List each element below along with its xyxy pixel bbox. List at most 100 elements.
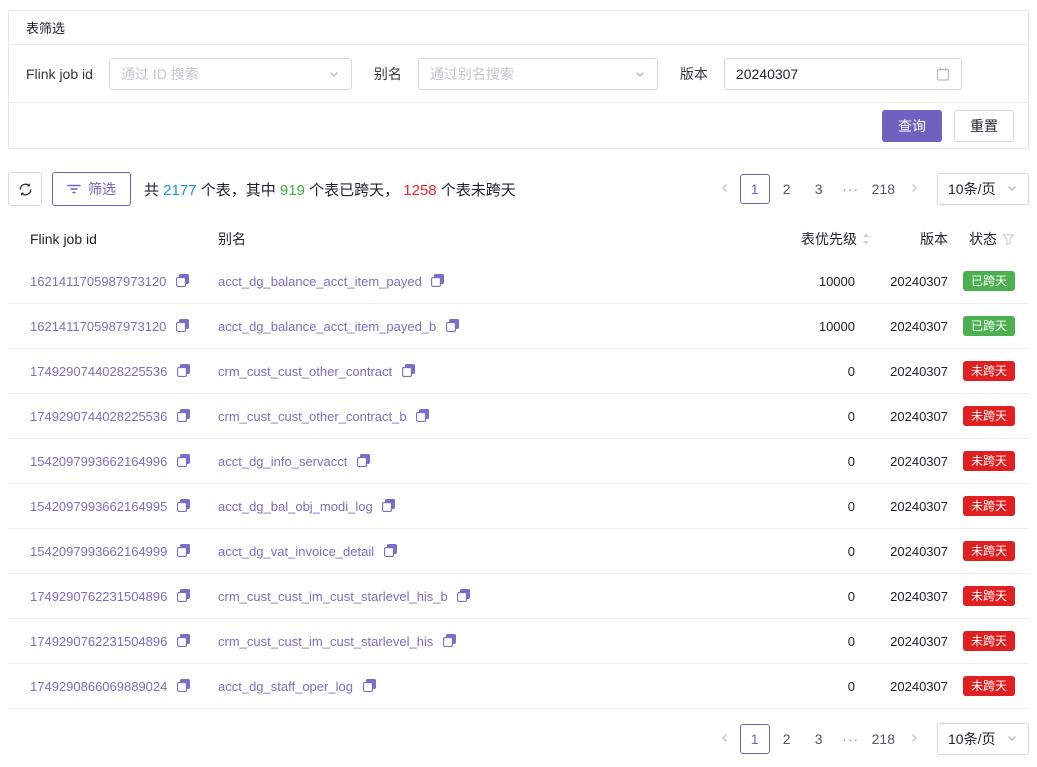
page-number-1[interactable]: 1: [740, 174, 770, 204]
copy-icon[interactable]: [357, 454, 370, 467]
chevron-right-icon: [908, 731, 920, 747]
status-cell: 未跨天: [953, 541, 1029, 561]
job-id-select[interactable]: 通过 ID 搜索: [109, 58, 352, 90]
alias-link[interactable]: crm_cust_cust_other_contract: [218, 364, 392, 379]
column-header-job-id: Flink job id: [8, 231, 218, 247]
copy-icon[interactable]: [402, 364, 415, 377]
copy-icon[interactable]: [176, 274, 189, 287]
page-number-2[interactable]: 2: [772, 174, 802, 204]
reset-button[interactable]: 重置: [954, 110, 1014, 142]
alias-link[interactable]: acct_dg_info_servacct: [218, 454, 347, 469]
chevron-down-icon: [328, 68, 340, 80]
version-value: 20240307: [875, 274, 953, 289]
alias-link[interactable]: crm_cust_cust_other_contract_b: [218, 409, 407, 424]
copy-icon[interactable]: [176, 319, 189, 332]
copy-icon[interactable]: [384, 544, 397, 557]
table-row: 1621411705987973120 acct_dg_balance_acct…: [8, 304, 1029, 349]
copy-icon[interactable]: [177, 454, 190, 467]
table-row: 1749290744028225536 crm_cust_cust_other_…: [8, 349, 1029, 394]
refresh-button[interactable]: [8, 172, 42, 206]
column-header-version: 版本: [875, 229, 953, 249]
copy-icon[interactable]: [177, 634, 190, 647]
status-cell: 未跨天: [953, 676, 1029, 696]
copy-icon[interactable]: [177, 364, 190, 377]
page-size-select[interactable]: 10条/页: [937, 723, 1029, 755]
page-number-3[interactable]: 3: [804, 174, 834, 204]
copy-icon[interactable]: [177, 679, 190, 692]
copy-icon[interactable]: [446, 319, 459, 332]
job-id-label: Flink job id: [26, 66, 93, 82]
flink-job-id-link[interactable]: 1621411705987973120: [30, 274, 166, 289]
page-number-218[interactable]: 218: [868, 174, 899, 204]
copy-icon[interactable]: [363, 679, 376, 692]
flink-job-id-link[interactable]: 1749290744028225536: [30, 364, 167, 379]
filter-toggle-button[interactable]: 筛选: [52, 172, 131, 206]
page-number-218[interactable]: 218: [868, 724, 899, 754]
pagination-top: 123···218 10条/页: [712, 173, 1029, 205]
sort-icon[interactable]: [861, 232, 871, 246]
flink-job-id-link[interactable]: 1749290762231504896: [30, 634, 167, 649]
flink-job-id-link[interactable]: 1749290762231504896: [30, 589, 167, 604]
copy-icon[interactable]: [177, 544, 190, 557]
alias-select[interactable]: 通过别名搜索: [418, 58, 658, 90]
pagination-ellipsis[interactable]: ···: [836, 731, 866, 747]
version-date-input[interactable]: 20240307: [724, 58, 962, 90]
version-value: 20240307: [875, 409, 953, 424]
copy-icon[interactable]: [177, 499, 190, 512]
alias-cell: crm_cust_cust_im_cust_starlevel_his: [218, 634, 735, 649]
table-row: 1749290744028225536 crm_cust_cust_other_…: [8, 394, 1029, 439]
status-badge: 未跨天: [963, 676, 1015, 696]
column-header-priority: 表优先级: [735, 229, 875, 249]
version-value: 20240307: [875, 499, 953, 514]
page-number-1[interactable]: 1: [740, 724, 770, 754]
flink-job-id-link[interactable]: 1542097993662164996: [30, 454, 167, 469]
flink-job-id-link[interactable]: 1542097993662164995: [30, 499, 167, 514]
copy-icon[interactable]: [431, 274, 444, 287]
next-page-button[interactable]: [901, 174, 927, 204]
page-number-3[interactable]: 3: [804, 724, 834, 754]
filter-toggle-label: 筛选: [88, 179, 116, 199]
job-id-cell: 1749290866069889024: [8, 679, 218, 694]
alias-label: 别名: [374, 64, 402, 84]
table-header: Flink job id 别名 表优先级 版本 状态: [8, 219, 1029, 259]
alias-cell: acct_dg_staff_oper_log: [218, 679, 735, 694]
alias-link[interactable]: acct_dg_balance_acct_item_payed: [218, 274, 422, 289]
chevron-right-icon: [908, 181, 920, 197]
alias-link[interactable]: crm_cust_cust_im_cust_starlevel_his_b: [218, 589, 448, 604]
summary-part: 个表，其中: [197, 182, 280, 199]
priority-value: 10000: [735, 274, 875, 289]
filter-funnel-icon[interactable]: [1002, 233, 1015, 246]
next-page-button[interactable]: [901, 724, 927, 754]
prev-page-button[interactable]: [712, 174, 738, 204]
page-size-select[interactable]: 10条/页: [937, 173, 1029, 205]
page-number-2[interactable]: 2: [772, 724, 802, 754]
flink-job-id-link[interactable]: 1542097993662164999: [30, 544, 167, 559]
prev-page-button[interactable]: [712, 724, 738, 754]
query-button[interactable]: 查询: [882, 110, 942, 142]
alias-link[interactable]: acct_dg_vat_invoice_detail: [218, 544, 374, 559]
alias-link[interactable]: crm_cust_cust_im_cust_starlevel_his: [218, 634, 433, 649]
copy-icon[interactable]: [457, 589, 470, 602]
chevron-down-icon: [634, 68, 646, 80]
copy-icon[interactable]: [177, 589, 190, 602]
copy-icon[interactable]: [177, 409, 190, 422]
flink-job-id-link[interactable]: 1749290866069889024: [30, 679, 167, 694]
flink-job-id-link[interactable]: 1749290744028225536: [30, 409, 167, 424]
job-id-cell: 1542097993662164996: [8, 454, 218, 469]
flink-job-id-link[interactable]: 1621411705987973120: [30, 319, 166, 334]
pagination-ellipsis[interactable]: ···: [836, 181, 866, 197]
alias-link[interactable]: acct_dg_balance_acct_item_payed_b: [218, 319, 436, 334]
priority-value: 0: [735, 454, 875, 469]
version-value: 20240307: [875, 364, 953, 379]
alias-link[interactable]: acct_dg_bal_obj_modi_log: [218, 499, 373, 514]
copy-icon[interactable]: [443, 634, 456, 647]
filter-card-title: 表筛选: [26, 18, 65, 37]
alias-cell: acct_dg_info_servacct: [218, 454, 735, 469]
filter-actions: 查询 重置: [9, 103, 1028, 148]
job-id-cell: 1749290762231504896: [8, 589, 218, 604]
job-id-cell: 1749290744028225536: [8, 409, 218, 424]
filter-form: Flink job id 通过 ID 搜索 别名 通过别名搜索 版本 20240…: [9, 45, 1028, 103]
copy-icon[interactable]: [416, 409, 429, 422]
alias-link[interactable]: acct_dg_staff_oper_log: [218, 679, 353, 694]
copy-icon[interactable]: [382, 499, 395, 512]
